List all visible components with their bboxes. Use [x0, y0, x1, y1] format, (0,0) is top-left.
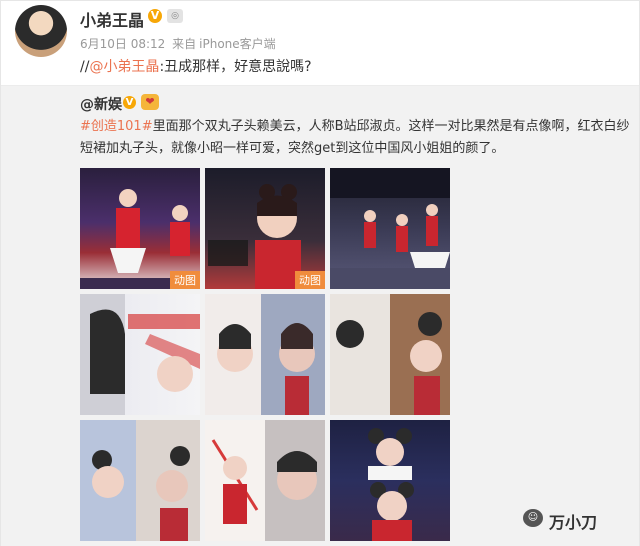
watermark-icon: ☺	[523, 509, 543, 527]
image-thumb-9[interactable]	[330, 420, 450, 541]
repost-body: :丑成那样，好意思說嗎?	[159, 59, 312, 75]
avatar[interactable]	[15, 5, 67, 57]
gif-tag: 动图	[295, 271, 325, 289]
post-meta: 6月10日 08:12 来自 iPhone客户端	[80, 35, 279, 52]
mention-link[interactable]: @小弟王晶	[89, 59, 159, 75]
post-date[interactable]: 6月10日 08:12	[80, 37, 165, 51]
image-thumb-2[interactable]: 动图	[205, 168, 325, 289]
hashtag-link[interactable]: #创造101#	[80, 119, 153, 134]
side-by-side-portrait-image	[80, 420, 200, 541]
profile-comparison-image	[80, 294, 200, 415]
costume-comparison-image	[205, 420, 325, 541]
image-thumb-5[interactable]	[205, 294, 325, 415]
hairstyle-image	[330, 294, 450, 415]
image-thumb-4[interactable]	[80, 294, 200, 415]
image-thumb-7[interactable]	[80, 420, 200, 541]
original-body: 里面那个双丸子头赖美云，人称B站邱淑贞。这样一对比果然是有点像啊，红衣白纱短裙加…	[80, 119, 630, 156]
original-username[interactable]: @新娱	[80, 94, 122, 114]
username[interactable]: 小弟王晶	[80, 7, 144, 31]
split-portrait-image	[205, 294, 325, 415]
level-icon: ◎	[167, 9, 183, 23]
weibo-post: 小弟王晶 V ◎ 6月10日 08:12 来自 iPhone客户端 //@小弟王晶…	[0, 0, 640, 546]
repost-comment: //@小弟王晶:丑成那样，好意思說嗎?	[80, 56, 312, 76]
post-source[interactable]: iPhone客户端	[199, 37, 276, 51]
original-text: #创造101#里面那个双丸子头赖美云，人称B站邱淑贞。这样一对比果然是有点像啊，…	[80, 116, 630, 160]
verified-icon: V	[148, 9, 162, 23]
watermark: 万小刀	[549, 513, 598, 532]
gif-tag: 动图	[170, 271, 200, 289]
source-prefix: 来自	[172, 37, 197, 51]
image-thumb-3[interactable]	[330, 168, 450, 289]
image-thumb-6[interactable]	[330, 294, 450, 415]
image-thumb-1[interactable]: 动图	[80, 168, 200, 289]
stage-performance-image	[330, 168, 450, 289]
twin-bun-portrait-image	[368, 428, 414, 541]
image-thumb-8[interactable]	[205, 420, 325, 541]
original-verified-icon: V	[123, 96, 136, 109]
heart-icon: ❤	[141, 94, 159, 110]
